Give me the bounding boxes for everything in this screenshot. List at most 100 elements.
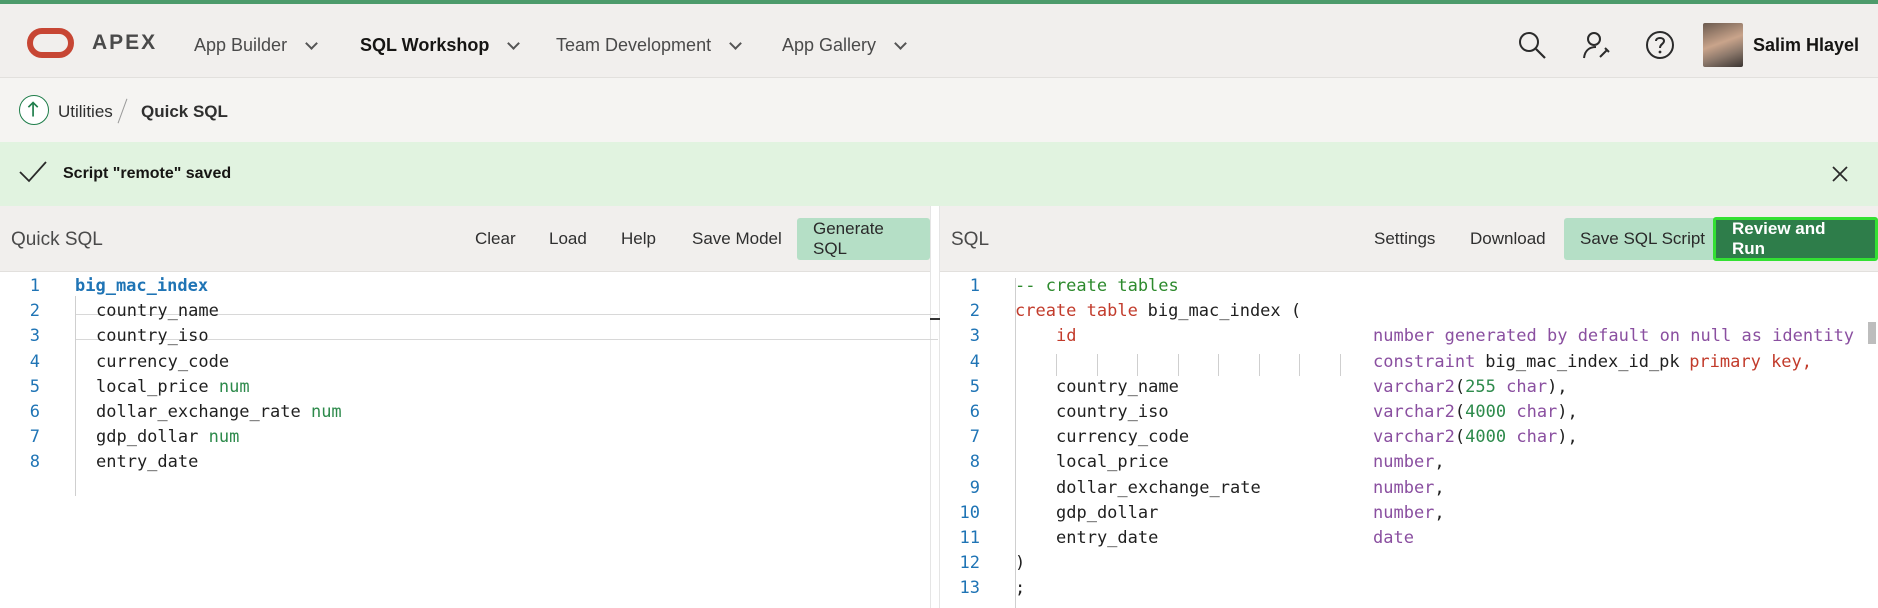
sql-column-type: number, <box>1373 477 1445 498</box>
sql-identity-clause: number generated by default on null as i… <box>1373 326 1855 347</box>
help-icon[interactable] <box>1645 30 1675 60</box>
panel-title: Quick SQL <box>11 229 103 250</box>
checkmark-icon <box>19 161 47 183</box>
line-number: 8 <box>969 452 980 473</box>
brand-name[interactable]: APEX <box>92 31 157 55</box>
sql-line: 8 local_price number, <box>940 452 1878 477</box>
code-line: 1 big_mac_index <box>0 276 930 301</box>
breadcrumb-current: Quick SQL <box>141 102 228 121</box>
breadcrumb-separator <box>117 98 128 124</box>
sql-column-name: country_iso <box>1056 402 1169 422</box>
code-text: local_price num <box>96 377 250 397</box>
column-name: currency_code <box>96 351 230 372</box>
code-line: 2 country_name <box>0 301 930 326</box>
sql-type: number <box>1373 452 1435 473</box>
column-name: gdp_dollar <box>96 427 199 448</box>
code-line: 8 entry_date <box>0 452 930 477</box>
indent-guide <box>1339 353 1341 376</box>
sql-line: 11 entry_date date <box>940 528 1878 553</box>
indent-guide <box>1096 353 1098 376</box>
nav-team-development[interactable]: Team Development <box>556 35 742 56</box>
settings-button[interactable]: Settings <box>1358 218 1451 260</box>
line-number: 7 <box>29 427 40 448</box>
code-text: dollar_exchange_rate num <box>96 402 342 422</box>
sql-terminator: ; <box>1015 578 1026 599</box>
avatar[interactable] <box>1703 23 1743 67</box>
column-name: dollar_exchange_rate <box>96 402 301 422</box>
sql-line: 6 country_iso varchar2(4000 char), <box>940 402 1878 427</box>
sql-column-id: id <box>1056 326 1077 347</box>
chevron-down-icon <box>894 36 907 50</box>
indent-guide <box>1137 353 1138 376</box>
sql-keyword: primary key, <box>1689 351 1813 372</box>
line-number: 1 <box>969 276 980 296</box>
quick-sql-toolbar: Quick SQL Clear Load Help Save Model Gen… <box>0 206 930 272</box>
navigate-up-button[interactable] <box>19 95 49 125</box>
code-text: currency_code <box>96 352 229 372</box>
sql-unit: char <box>1516 402 1558 422</box>
sql-keyword: constraint <box>1373 351 1476 372</box>
sql-type: varchar2 <box>1373 376 1455 397</box>
nav-app-gallery[interactable]: App Gallery <box>782 35 907 56</box>
line-number: 1 <box>29 276 40 296</box>
line-number: 7 <box>969 427 980 448</box>
indent-guide <box>1299 353 1300 376</box>
nav-sql-workshop[interactable]: SQL Workshop <box>360 35 521 56</box>
load-button[interactable]: Load <box>533 218 603 260</box>
sql-comment: -- create tables <box>1015 276 1179 296</box>
code-line: 7 gdp_dollar num <box>0 427 930 452</box>
user-settings-icon[interactable] <box>1582 30 1612 60</box>
sql-column-type: varchar2(255 char), <box>1373 376 1568 397</box>
help-button[interactable]: Help <box>605 218 672 260</box>
search-icon[interactable] <box>1517 30 1547 60</box>
download-button[interactable]: Download <box>1454 218 1562 260</box>
sql-line: 12) <box>940 553 1878 578</box>
sql-column-type: number, <box>1373 452 1445 473</box>
close-icon[interactable] <box>1830 164 1850 184</box>
quick-sql-editor[interactable]: 1 big_mac_index 2 country_name 3 country_iso 4… <box>0 272 940 608</box>
sql-column-type: varchar2(4000 char), <box>1373 402 1578 422</box>
generate-sql-button[interactable]: Generate SQL <box>797 218 930 260</box>
success-alert: Script "remote" saved <box>0 142 1878 206</box>
sql-column-name: entry_date <box>1056 528 1159 548</box>
user-name[interactable]: Salim Hlayel <box>1753 35 1859 56</box>
alert-message: Script "remote" saved <box>63 165 232 182</box>
clear-button[interactable]: Clear <box>459 218 532 260</box>
column-name: entry_date <box>96 452 199 473</box>
sql-output-editor[interactable]: 1 -- create tables 2 create table big_mac_in… <box>940 272 1878 608</box>
save-sql-script-button[interactable]: Save SQL Script <box>1564 218 1722 260</box>
sql-type: number <box>1373 477 1435 498</box>
chevron-down-icon <box>305 36 318 50</box>
nav-label: App Builder <box>194 35 288 55</box>
sql-line: 3 id number generated by default on null a… <box>940 326 1878 351</box>
line-number: 6 <box>29 402 40 422</box>
code-line: 5 local_price num <box>0 377 930 402</box>
line-number: 9 <box>969 477 980 498</box>
code-text: entry_date <box>96 452 198 472</box>
line-number: 5 <box>29 376 40 397</box>
review-and-run-button[interactable]: Review and Run <box>1713 217 1878 261</box>
sql-line: 9 dollar_exchange_rate number, <box>940 478 1878 503</box>
line-number: 6 <box>969 402 980 422</box>
breadcrumb-utilities[interactable]: Utilities <box>58 102 113 122</box>
sql-unit: char <box>1516 427 1558 448</box>
line-number: 4 <box>969 351 980 372</box>
line-number: 8 <box>29 452 40 473</box>
nav-app-builder[interactable]: App Builder <box>194 35 318 56</box>
sql-length: 255 <box>1465 376 1496 397</box>
sql-unit: char <box>1506 376 1548 397</box>
panel-title: SQL <box>951 229 990 250</box>
sql-line: 4 constraint big_mac_index_id_pk primary ke… <box>940 352 1878 377</box>
indent-guide <box>1258 353 1260 376</box>
line-number: 13 <box>959 578 980 599</box>
sql-type: number <box>1373 502 1435 523</box>
code-line: 6 dollar_exchange_rate num <box>0 402 930 427</box>
chevron-down-icon <box>507 36 521 50</box>
sql-column-name: dollar_exchange_rate <box>1056 477 1261 498</box>
save-model-button[interactable]: Save Model <box>676 218 798 260</box>
table-name: big_mac_index <box>75 276 209 296</box>
sql-line: 7 currency_code varchar2(4000 char), <box>940 427 1878 452</box>
line-number: 3 <box>29 326 40 347</box>
sql-keyword: create table <box>1015 301 1138 322</box>
oracle-logo-icon[interactable] <box>27 28 74 58</box>
